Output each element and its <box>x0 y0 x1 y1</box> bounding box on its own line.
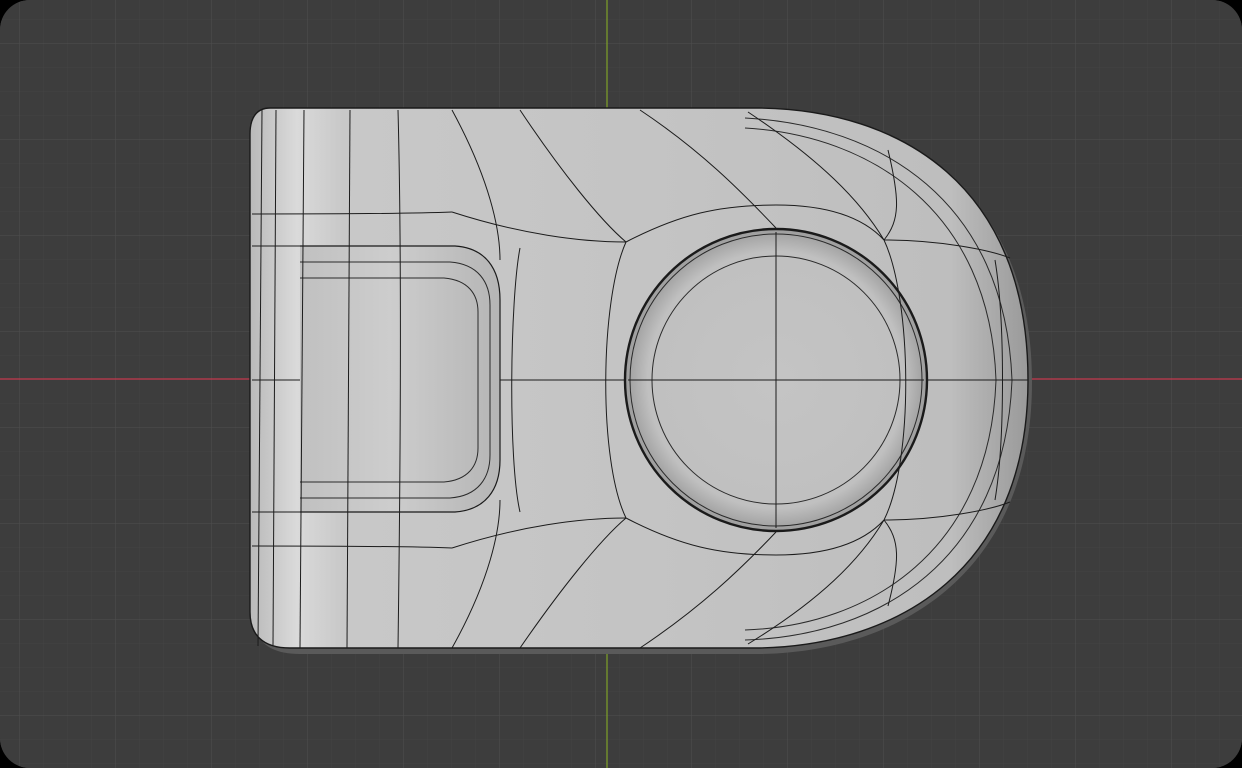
mesh-object[interactable] <box>249 107 1032 654</box>
viewport-canvas[interactable] <box>0 0 1242 768</box>
3d-viewport[interactable] <box>0 0 1242 768</box>
